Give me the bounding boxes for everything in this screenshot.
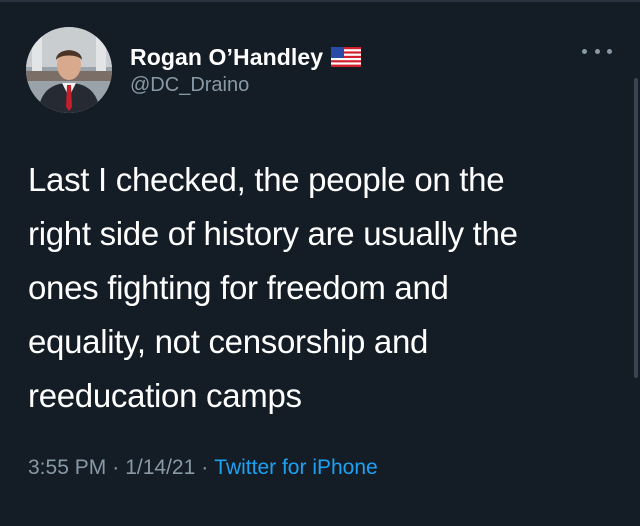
separator: · xyxy=(201,456,209,479)
tweet-text-line: ones fighting for freedom and xyxy=(28,269,449,306)
tweet-text-line: Last I checked, the people on the xyxy=(28,161,505,198)
tweet-metadata: 3:55 PM · 1/14/21 · Twitter for iPhone xyxy=(28,456,378,480)
tweet-source-link[interactable]: Twitter for iPhone xyxy=(214,456,377,479)
us-flag-icon xyxy=(331,47,362,67)
tweet-text-line: reeducation camps xyxy=(28,377,302,414)
tweet-text-line: right side of history are usually the xyxy=(28,215,518,252)
author-handle[interactable]: @DC_Draino xyxy=(130,74,249,97)
separator: · xyxy=(112,456,120,479)
tweet-date[interactable]: 1/14/21 xyxy=(125,456,195,479)
avatar[interactable] xyxy=(26,27,112,113)
tweet-text-line: equality, not censorship and xyxy=(28,323,429,360)
scrollbar[interactable] xyxy=(634,78,638,378)
profile-photo-icon xyxy=(26,27,112,113)
top-divider xyxy=(0,0,640,2)
display-name[interactable]: Rogan O’Handley xyxy=(130,44,323,71)
more-options-icon[interactable] xyxy=(582,44,612,58)
tweet-text: Last I checked, the people on the right … xyxy=(28,153,608,423)
tweet-time[interactable]: 3:55 PM xyxy=(28,456,106,479)
author-name-row[interactable]: Rogan O’Handley xyxy=(130,42,362,72)
